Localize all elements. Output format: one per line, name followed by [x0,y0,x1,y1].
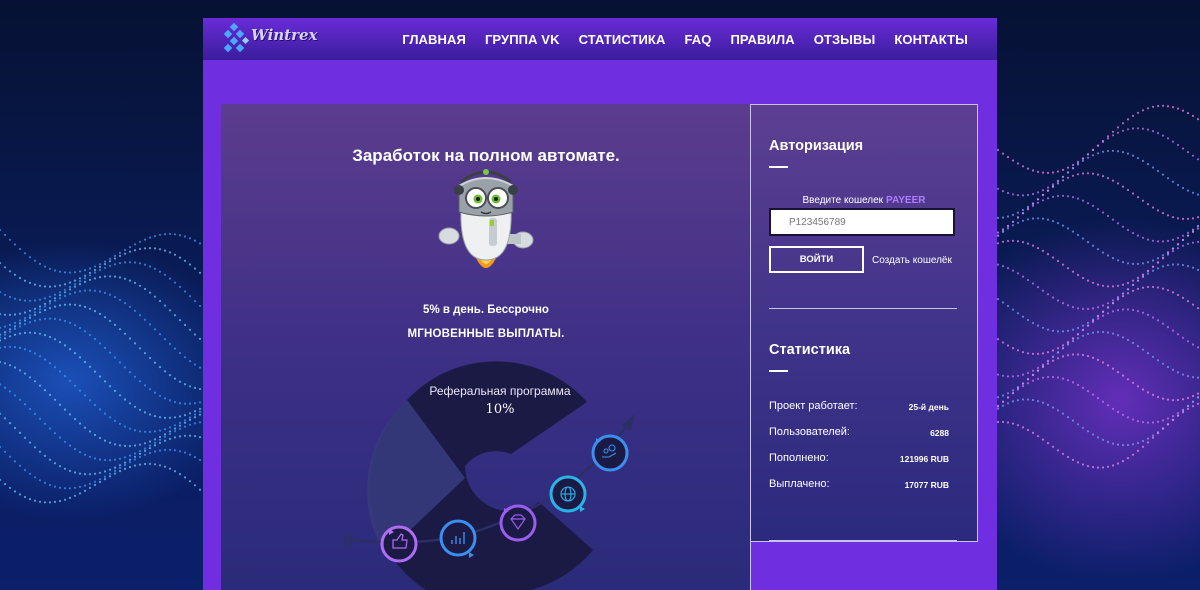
sidebar-divider [769,308,957,309]
logo[interactable]: Wintrex [221,22,331,56]
main-nav: ГЛАВНАЯ ГРУППА VK СТАТИСТИКА FAQ ПРАВИЛА… [402,32,968,47]
instant-payouts-text: МГНОВЕННЫЕ ВЫПЛАТЫ. [407,328,565,340]
headline: Заработок на полном автомате. [352,146,620,165]
referral-percent: 10% [485,402,515,417]
stat-label: Пользователей: [769,426,850,438]
site-header: Wintrex ГЛАВНАЯ ГРУППА VK СТАТИСТИКА FAQ… [203,18,997,60]
robot-mascot-icon [438,169,534,268]
sidebar-border-continuation [750,541,751,590]
stat-label: Пополнено: [769,452,829,464]
login-button[interactable]: ВОЙТИ [769,246,864,273]
step-globe [549,475,587,513]
step-diamond [499,504,537,542]
stat-value: 121996 RUB [899,454,949,464]
site-container: Wintrex ГЛАВНАЯ ГРУППА VK СТАТИСТИКА FAQ… [203,18,997,590]
step-thumbs-up [380,525,418,563]
stat-label: Выплачено: [769,478,830,490]
nav-vk-group[interactable]: ГРУППА VK [485,32,560,47]
daily-rate-text: 5% в день. Бессрочно [423,304,549,316]
auth-title-underline [769,166,788,168]
nav-faq[interactable]: FAQ [684,32,711,47]
stats-title: Статистика [769,342,851,358]
step-money [591,434,629,472]
stat-label: Проект работает: [769,400,858,412]
auth-title: Авторизация [769,138,864,154]
referral-title: Реферальная программа [429,384,571,398]
nav-contacts[interactable]: КОНТАКТЫ [894,32,968,47]
wallet-label: Введите кошелек PAYEER [751,195,977,206]
sidebar: Авторизация Введите кошелекPAYEER ВОЙТИ … [750,104,978,542]
main-content: Заработок на полном автомате. 5% в день.… [221,104,751,590]
stats-title-underline [769,370,788,372]
wallet-input[interactable] [769,208,955,236]
nav-statistics[interactable]: СТАТИСТИКА [579,32,666,47]
stat-value: 17077 RUB [904,480,949,490]
nav-reviews[interactable]: ОТЗЫВЫ [814,32,876,47]
stat-value: 25-й день [908,402,949,412]
create-wallet-link[interactable]: Создать кошелёк [872,255,952,266]
nav-home[interactable]: ГЛАВНАЯ [402,32,466,47]
sidebar-divider [769,540,957,541]
wallet-label-text: Введите кошелек [802,195,884,206]
logo-text: Wintrex [251,26,318,44]
payeer-brand: PAYEER [886,195,926,206]
nav-rules[interactable]: ПРАВИЛА [730,32,794,47]
stat-value: 6288 [930,428,949,438]
